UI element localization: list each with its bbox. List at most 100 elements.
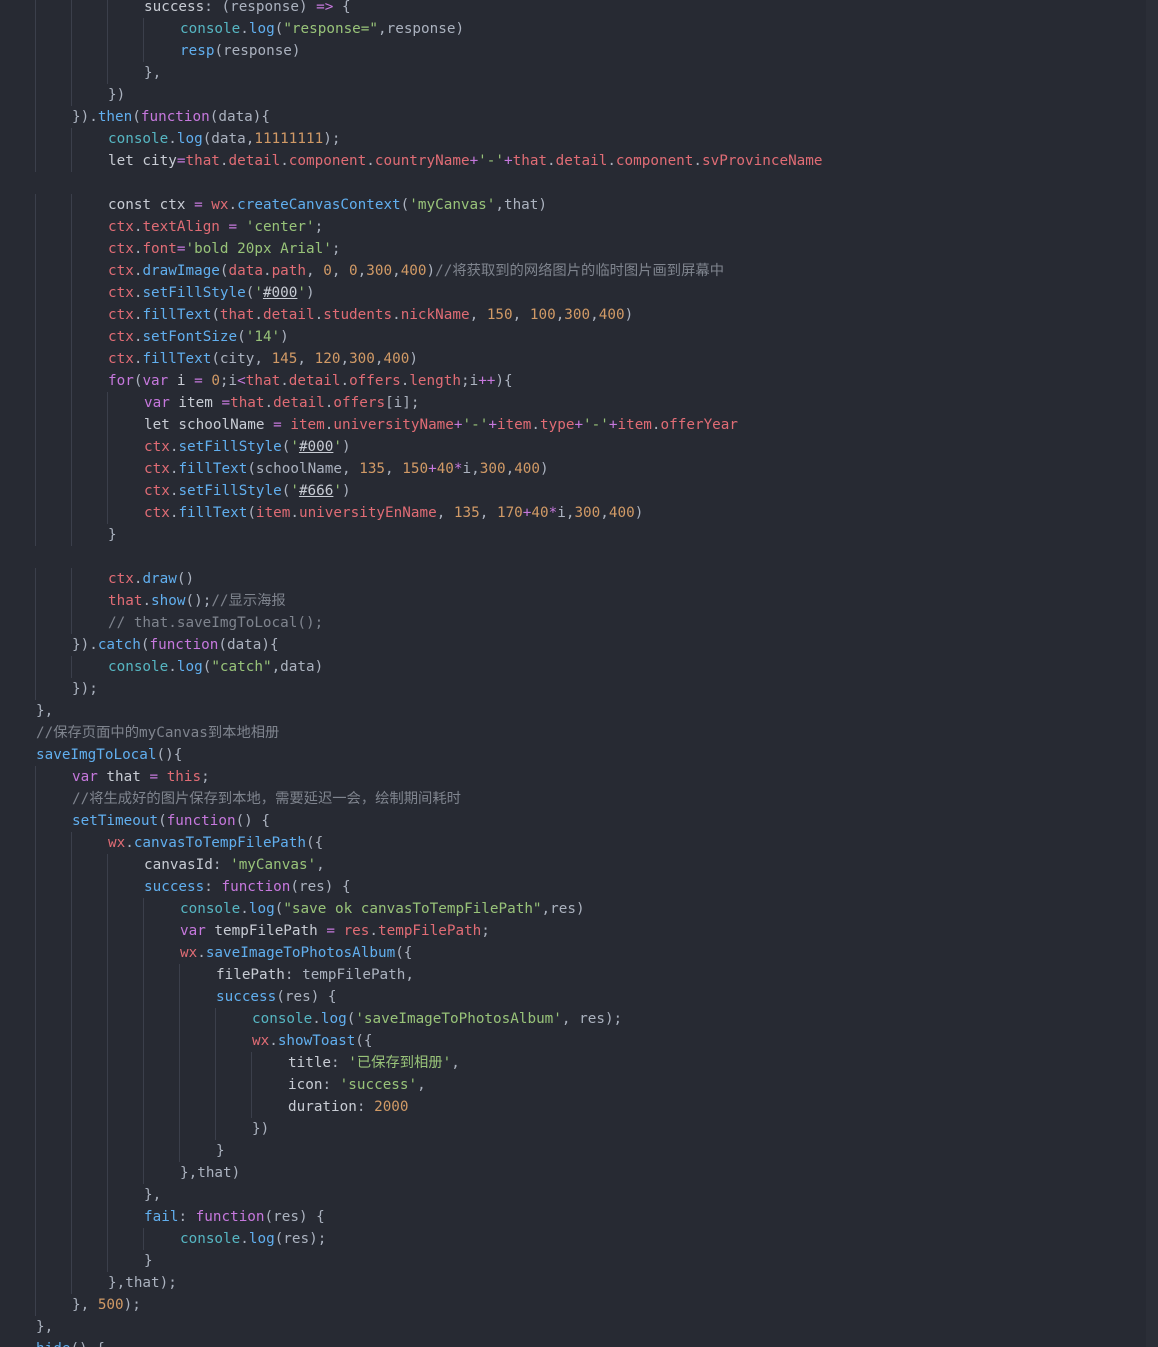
code-line[interactable]: resp(response) — [16, 40, 1136, 62]
code-line[interactable]: wx.saveImageToPhotosAlbum({ — [16, 942, 1136, 964]
code-line[interactable]: title: '已保存到相册', — [16, 1052, 1136, 1074]
token-string: 'success' — [339, 1077, 418, 1093]
code-line[interactable]: }); — [16, 678, 1136, 700]
code-line[interactable] — [16, 172, 1136, 194]
code-line[interactable]: console.log("response=",response) — [16, 18, 1136, 40]
code-line[interactable]: }) — [16, 1118, 1136, 1140]
code-line[interactable]: ctx.textAlign = 'center'; — [16, 216, 1136, 238]
code-line[interactable]: ctx.setFillStyle('#000') — [16, 436, 1136, 458]
code-line[interactable]: let city=that.detail.component.countryNa… — [16, 150, 1136, 172]
code-line[interactable]: }) — [16, 84, 1136, 106]
code-line[interactable]: },that) — [16, 1162, 1136, 1184]
code-line[interactable]: ctx.fillText(that.detail.students.nickNa… — [16, 304, 1136, 326]
indent-guide — [35, 832, 36, 854]
code-line[interactable]: console.log(data,11111111); — [16, 128, 1136, 150]
code-editor[interactable]: success: (response) => {console.log("res… — [0, 0, 1158, 1347]
indent-guide — [35, 612, 36, 634]
code-line[interactable]: } — [16, 524, 1136, 546]
token-method: canvasToTempFilePath — [133, 835, 306, 851]
code-line[interactable]: saveImgToLocal(){ — [16, 744, 1136, 766]
code-line[interactable]: ctx.setFillStyle('#000') — [16, 282, 1136, 304]
code-line[interactable]: },that); — [16, 1272, 1136, 1294]
token-number: 0 — [323, 263, 332, 279]
code-line[interactable]: }, — [16, 700, 1136, 722]
code-line[interactable]: var that = this; — [16, 766, 1136, 788]
indent-guide — [251, 1074, 252, 1096]
token-string: ' — [290, 483, 299, 499]
code-line[interactable]: ctx.font='bold 20px Arial'; — [16, 238, 1136, 260]
code-line[interactable]: var item =that.detail.offers[i]; — [16, 392, 1136, 414]
code-line[interactable]: console.log('saveImageToPhotosAlbum', re… — [16, 1008, 1136, 1030]
code-line[interactable]: } — [16, 1140, 1136, 1162]
token-punc: , — [316, 857, 325, 873]
code-line[interactable]: ctx.fillText(schoolName, 135, 150+40*i,3… — [16, 458, 1136, 480]
code-line[interactable]: ctx.setFontSize('14') — [16, 326, 1136, 348]
code-line[interactable]: }).catch(function(data){ — [16, 634, 1136, 656]
code-line[interactable]: //将生成好的图片保存到本地，需要延迟一会，绘制期间耗时 — [16, 788, 1136, 810]
indent-guide — [71, 304, 72, 326]
indent-guide — [35, 1140, 36, 1162]
token-op: + — [453, 417, 463, 433]
code-line[interactable]: ctx.fillText(item.universityEnName, 135,… — [16, 502, 1136, 524]
code-line[interactable]: // that.saveImgToLocal(); — [16, 612, 1136, 634]
token-func: success — [216, 989, 277, 1005]
code-line[interactable]: success: (response) => { — [16, 0, 1136, 18]
code-line[interactable]: ctx.fillText(city, 145, 120,300,400) — [16, 348, 1136, 370]
code-line[interactable]: }, 500); — [16, 1294, 1136, 1316]
code-line[interactable]: success(res) { — [16, 986, 1136, 1008]
indent-guide — [35, 1052, 36, 1074]
code-line[interactable]: canvasId: 'myCanvas', — [16, 854, 1136, 876]
indent-guide — [35, 678, 36, 700]
indent-guide — [71, 942, 72, 964]
code-line[interactable]: console.log("save ok canvasToTempFilePat… — [16, 898, 1136, 920]
code-line[interactable]: }).then(function(data){ — [16, 106, 1136, 128]
code-line[interactable]: const ctx = wx.createCanvasContext('myCa… — [16, 194, 1136, 216]
token-punc: , — [451, 1055, 460, 1071]
token-punc: (city, — [211, 351, 272, 367]
code-line[interactable]: ctx.drawImage(data.path, 0, 0,300,400)//… — [16, 260, 1136, 282]
token-punc: . — [340, 373, 350, 389]
code-line[interactable]: for(var i = 0;i<that.detail.offers.lengt… — [16, 370, 1136, 392]
code-line[interactable]: setTimeout(function() { — [16, 810, 1136, 832]
token-plain: const ctx — [108, 197, 195, 213]
code-line-content: console.log("catch",data) — [108, 656, 323, 678]
indent-guide — [107, 40, 108, 62]
code-line[interactable]: that.show();//显示海报 — [16, 590, 1136, 612]
indent-guide — [35, 18, 36, 40]
code-line[interactable]: filePath: tempFilePath, — [16, 964, 1136, 986]
code-line[interactable]: let schoolName = item.universityName+'-'… — [16, 414, 1136, 436]
code-line[interactable]: icon: 'success', — [16, 1074, 1136, 1096]
indent-guide — [35, 964, 36, 986]
code-line[interactable] — [16, 546, 1136, 568]
code-line[interactable]: }, — [16, 62, 1136, 84]
code-line[interactable]: hide() { — [16, 1338, 1136, 1347]
code-line-content: ctx.draw() — [108, 568, 194, 590]
token-punc: . — [531, 417, 540, 433]
indent-guide — [35, 150, 36, 172]
code-line[interactable]: //保存页面中的myCanvas到本地相册 — [16, 722, 1136, 744]
code-line[interactable]: } — [16, 1250, 1136, 1272]
code-line[interactable]: console.log(res); — [16, 1228, 1136, 1250]
code-line[interactable]: }, — [16, 1184, 1136, 1206]
vertical-scrollbar[interactable] — [1146, 0, 1158, 1347]
token-punc: . — [240, 21, 249, 37]
code-line[interactable]: var tempFilePath = res.tempFilePath; — [16, 920, 1136, 942]
code-line[interactable]: fail: function(res) { — [16, 1206, 1136, 1228]
code-line[interactable]: ctx.draw() — [16, 568, 1136, 590]
code-line-content: }, — [144, 62, 161, 84]
code-line[interactable]: wx.showToast({ — [16, 1030, 1136, 1052]
code-line-content: var item =that.detail.offers[i]; — [144, 392, 420, 414]
token-prop: path — [271, 263, 306, 279]
indent-guide — [35, 216, 36, 238]
code-line[interactable]: wx.canvasToTempFilePath({ — [16, 832, 1136, 854]
token-prop: universityName — [333, 417, 454, 433]
code-line[interactable]: success: function(res) { — [16, 876, 1136, 898]
code-line[interactable]: ctx.setFillStyle('#666') — [16, 480, 1136, 502]
code-line[interactable]: }, — [16, 1316, 1136, 1338]
code-line[interactable]: console.log("catch",data) — [16, 656, 1136, 678]
indent-guide — [35, 282, 36, 304]
code-line-content: console.log(res); — [180, 1228, 326, 1250]
code-line[interactable]: duration: 2000 — [16, 1096, 1136, 1118]
token-punc: (response) — [214, 43, 301, 59]
